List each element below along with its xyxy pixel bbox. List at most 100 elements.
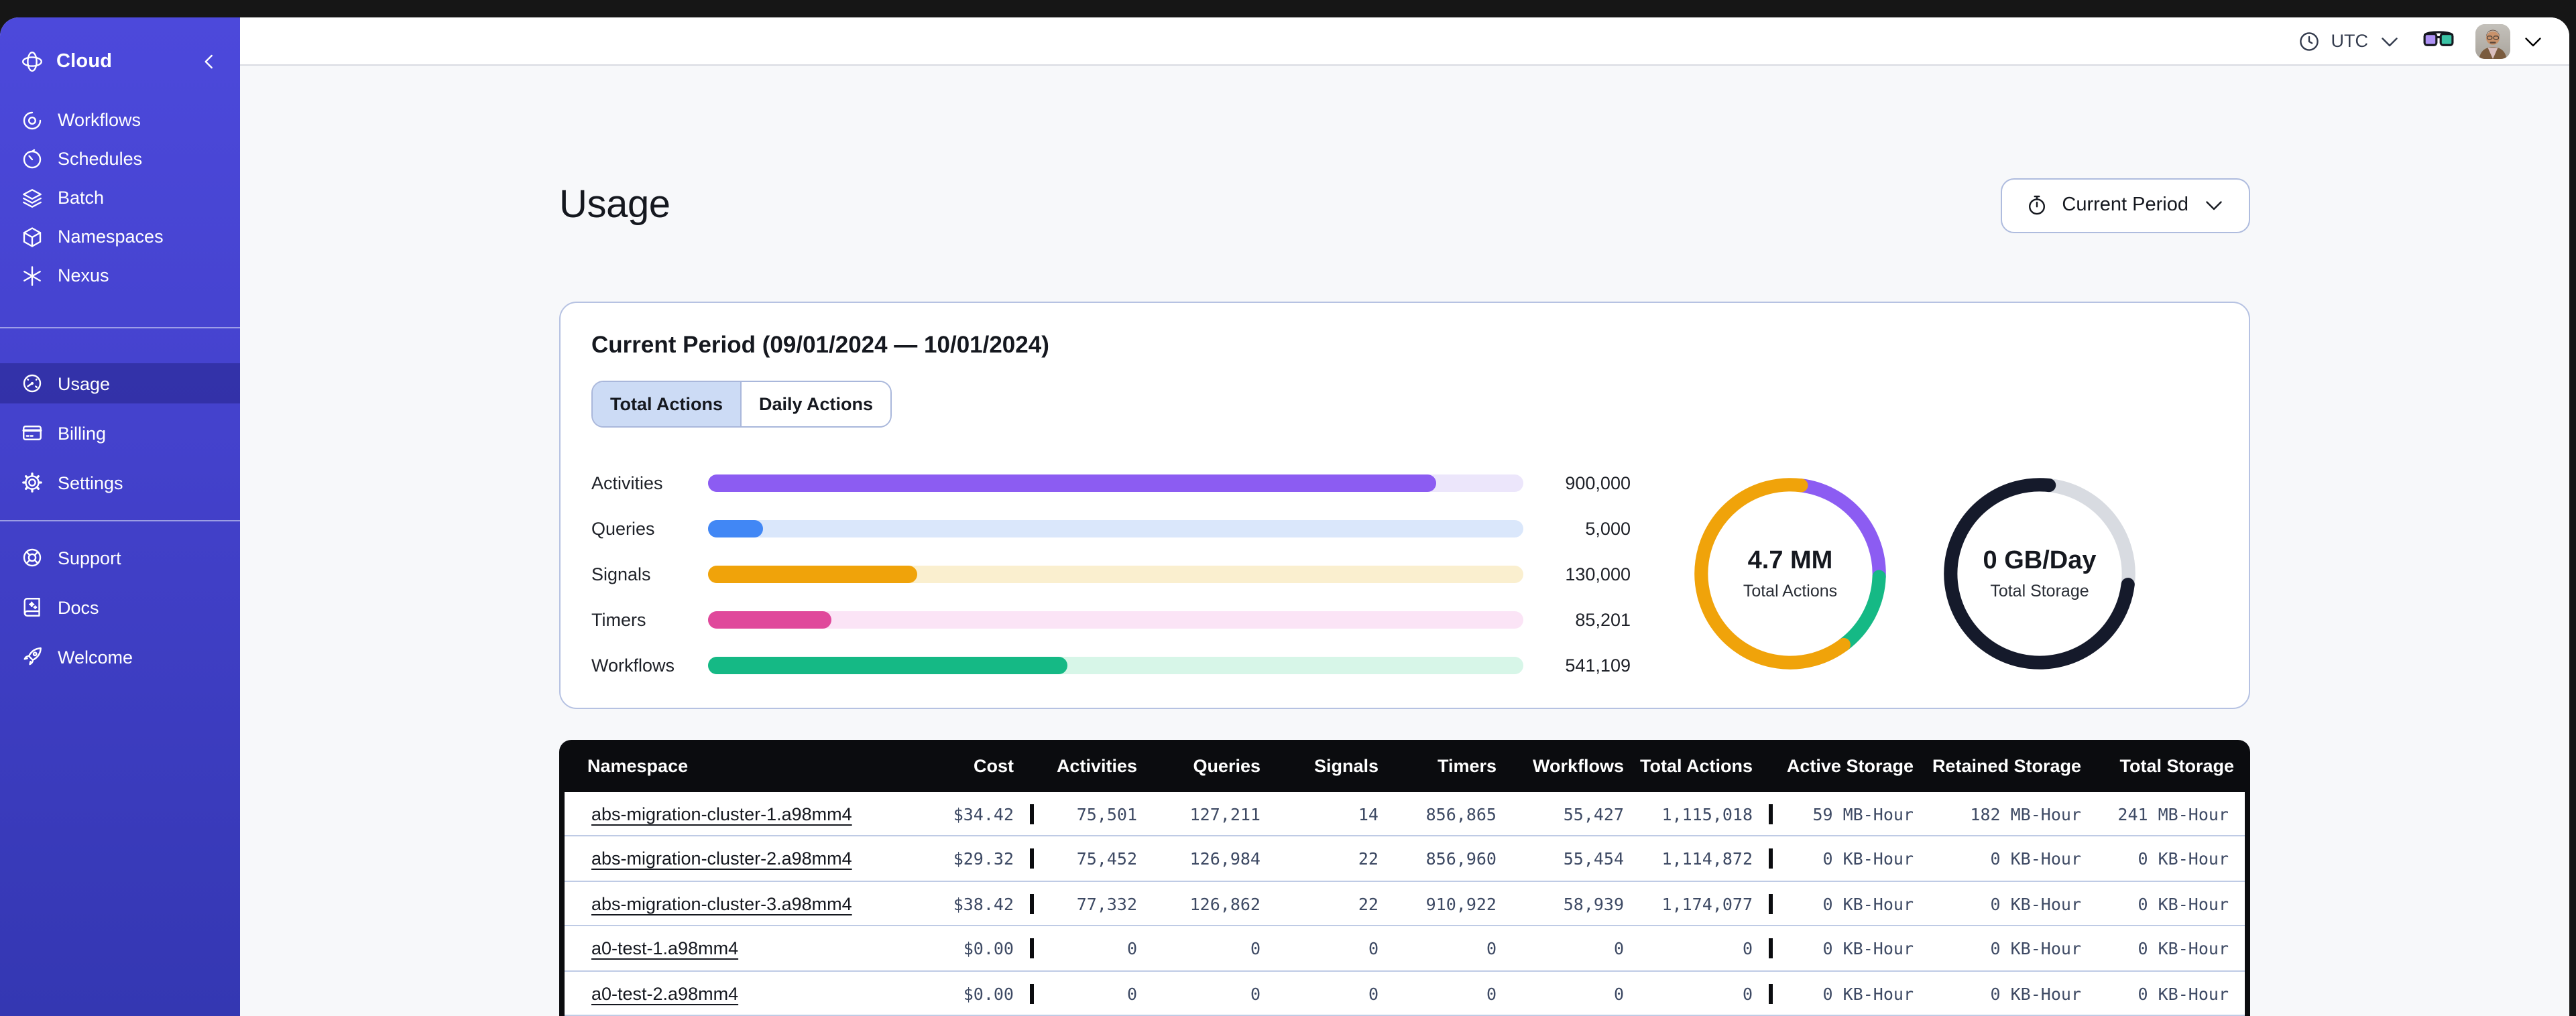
column-header-namespace: Namespace xyxy=(587,755,689,776)
tab-total-actions[interactable]: Total Actions xyxy=(593,381,740,426)
table-cell: 127,211 xyxy=(1189,804,1261,824)
sidebar-item-support[interactable]: Support xyxy=(0,537,240,578)
namespace-cell: a0-test-2.a98mm4 xyxy=(565,983,935,1003)
table-cell: 856,865 xyxy=(1425,804,1497,824)
table-cell: 0 xyxy=(1368,938,1379,959)
table-body: abs-migration-cluster-1.a98mm4 $34.42 75,5… xyxy=(559,791,2250,1016)
namespace-link[interactable]: a0-test-1.a98mm4 xyxy=(591,938,738,958)
topbar: UTC xyxy=(240,17,2569,66)
table-cell: 1,114,872 xyxy=(1661,848,1753,869)
card-title: Current Period (09/01/2024 — 10/01/2024) xyxy=(591,330,1049,358)
table-cell: $0.00 xyxy=(963,938,1014,959)
bar-fill xyxy=(708,519,763,537)
table-cell: 126,862 xyxy=(1189,893,1261,914)
namespace-link[interactable]: abs-migration-cluster-2.a98mm4 xyxy=(591,848,852,869)
sidebar-item-batch[interactable]: Batch xyxy=(0,178,240,217)
actions-bar-chart: Activities 900,000 Queries 5,000 Signals… xyxy=(591,473,1631,676)
bar-track xyxy=(708,474,1523,492)
sidebar-item-label: Usage xyxy=(58,373,111,393)
table-cell: $0.00 xyxy=(963,983,1014,1004)
tab-daily-actions[interactable]: Daily Actions xyxy=(740,381,891,426)
sidebar-item-label: Welcome xyxy=(58,647,133,667)
table-cell: 182 MB-Hour xyxy=(1970,804,2081,824)
sidebar-item-usage[interactable]: Usage xyxy=(0,363,240,403)
bar-row-queries: Queries 5,000 xyxy=(591,519,1631,539)
table-cell: 59 MB-Hour xyxy=(1769,804,1930,824)
donut-charts: 4.7 MM Total Actions 0 GB/Day Total Stor… xyxy=(1690,474,2140,675)
timezone-label: UTC xyxy=(2331,31,2369,51)
table-cell: 55,454 xyxy=(1563,848,1624,869)
gear-icon xyxy=(20,470,44,495)
bar-value: 85,201 xyxy=(1575,609,1631,630)
app-window: Cloud Workflows Schedules Batch Namespac… xyxy=(0,17,2569,1016)
table-cell: 0 xyxy=(1742,938,1753,959)
table-cell: 0 xyxy=(1250,983,1261,1004)
total-actions-value: 4.7 MM xyxy=(1747,547,1833,576)
table-cell: 0 xyxy=(1030,938,1153,959)
stopwatch-icon xyxy=(2024,194,2048,218)
sidebar-item-workflows[interactable]: Workflows xyxy=(0,101,240,139)
sidebar-item-docs[interactable]: Docs xyxy=(0,587,240,627)
sidebar-item-label: Namespaces xyxy=(58,227,164,247)
account-menu[interactable] xyxy=(2475,23,2545,58)
nexus-icon xyxy=(20,263,44,288)
column-header-signals: Signals xyxy=(1313,755,1379,776)
brand-label: Cloud xyxy=(56,51,113,72)
user-avatar[interactable] xyxy=(2475,23,2510,58)
chevron-left-icon xyxy=(197,50,221,74)
column-header-cost: Cost xyxy=(974,755,1014,776)
sidebar-item-label: Schedules xyxy=(58,149,143,169)
table-cell: 0 xyxy=(1742,983,1753,1004)
timezone-picker[interactable]: UTC xyxy=(2298,29,2402,53)
table-cell: 0 KB-Hour xyxy=(1990,893,2081,914)
table-cell: 75,452 xyxy=(1030,848,1153,869)
sidebar-item-schedules[interactable]: Schedules xyxy=(0,139,240,178)
table-cell: 0 KB-Hour xyxy=(1990,983,2081,1004)
screen: Cloud Workflows Schedules Batch Namespac… xyxy=(0,0,2576,1016)
bar-track xyxy=(708,611,1523,629)
sidebar-item-label: Support xyxy=(58,548,121,568)
sidebar-collapse-button[interactable] xyxy=(197,50,221,74)
sidebar-item-billing[interactable]: Billing xyxy=(0,413,240,453)
sidebar-item-namespaces[interactable]: Namespaces xyxy=(0,217,240,256)
table-cell: 856,960 xyxy=(1425,848,1497,869)
sidebar-item-label: Workflows xyxy=(58,110,141,130)
sidebar-brand: Cloud xyxy=(0,39,240,84)
namespace-link[interactable]: abs-migration-cluster-1.a98mm4 xyxy=(591,804,852,824)
sidebar-item-welcome[interactable]: Welcome xyxy=(0,637,240,677)
glasses-icon xyxy=(2423,27,2454,54)
chevron-down-icon xyxy=(2521,29,2545,53)
sidebar-nav-account: Usage Billing Settings xyxy=(0,363,240,503)
namespace-cell: abs-migration-cluster-3.a98mm4 xyxy=(565,893,935,913)
sidebar-item-nexus[interactable]: Nexus xyxy=(0,256,240,295)
table-cell: 1,115,018 xyxy=(1661,804,1753,824)
table-cell: 1,174,077 xyxy=(1661,893,1753,914)
clock-icon xyxy=(2298,29,2322,53)
namespace-link[interactable]: a0-test-2.a98mm4 xyxy=(591,983,738,1003)
total-actions-label: Total Actions xyxy=(1743,582,1838,601)
bar-label: Activities xyxy=(591,472,663,493)
workflows-icon xyxy=(20,108,44,132)
sidebar-item-label: Nexus xyxy=(58,265,109,285)
sidebar-item-settings[interactable]: Settings xyxy=(0,462,240,503)
bar-track xyxy=(708,656,1523,674)
namespace-usage-table: Namespace Cost Activities Queries Signal… xyxy=(559,739,2250,1016)
table-cell: 0 KB-Hour xyxy=(1990,938,2081,959)
table-cell: 0 xyxy=(1368,983,1379,1004)
table-cell: $38.42 xyxy=(953,893,1014,914)
usage-gauge-icon xyxy=(20,371,44,395)
namespace-link[interactable]: abs-migration-cluster-3.a98mm4 xyxy=(591,893,852,913)
table-cell: 58,939 xyxy=(1563,893,1624,914)
table-cell: 0 KB-Hour xyxy=(2138,983,2229,1004)
feedback-button[interactable] xyxy=(2423,27,2454,54)
table-cell: 910,922 xyxy=(1425,893,1497,914)
schedules-icon xyxy=(20,147,44,171)
table-row: abs-migration-cluster-1.a98mm4 $34.42 75,5… xyxy=(565,792,2245,836)
sidebar-item-label: Billing xyxy=(58,423,107,443)
period-select-button[interactable]: Current Period xyxy=(2000,178,2250,233)
total-storage-donut: 0 GB/Day Total Storage xyxy=(1939,474,2140,675)
column-header-total-actions: Total Actions xyxy=(1640,755,1753,776)
table-cell: 0 xyxy=(1486,983,1497,1004)
bar-row-activities: Activities 900,000 xyxy=(591,473,1631,493)
bar-row-timers: Timers 85,201 xyxy=(591,610,1631,630)
